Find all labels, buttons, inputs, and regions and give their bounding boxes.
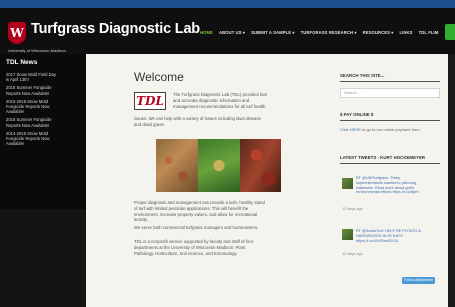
tweet-text[interactable]: RT @UWTurfgrass: Thisty superintendents w… bbox=[356, 176, 419, 195]
site-subtitle: University of Wisconsin-Madison bbox=[8, 48, 66, 53]
tweet-text[interactable]: RT @ScottsTurf: HELP RE POTATO & HARDWOOD… bbox=[356, 229, 421, 243]
nav-about-us[interactable]: ABOUT US ▾ bbox=[219, 30, 245, 35]
audience-paragraph: We serve both commercial turfgrass manag… bbox=[134, 225, 259, 230]
site-header: W Turfgrass Diagnostic Lab University of… bbox=[0, 8, 455, 54]
turf-photo bbox=[240, 139, 281, 192]
nonprofit-paragraph: TDL is a nonprofit service supported by … bbox=[134, 239, 254, 256]
nav-turfgrass-research[interactable]: TURFGRASS RESEARCH ▾ bbox=[301, 30, 357, 35]
pay-online-link[interactable]: Click HERE bbox=[340, 127, 361, 132]
news-item[interactable]: 2015 Summer Fungicide Reports Now Availab… bbox=[6, 117, 82, 127]
top-strip bbox=[0, 0, 455, 8]
search-heading: SEARCH THIS SITE... bbox=[340, 73, 385, 78]
divider bbox=[340, 81, 440, 83]
divider bbox=[340, 163, 440, 165]
news-list: 2017 Snow Mold Field Day is April 13th! 2… bbox=[6, 72, 82, 149]
sidebar-footer-panel bbox=[0, 209, 86, 307]
tdl-logo: TDL bbox=[134, 92, 166, 110]
nav-tdl-flim[interactable]: TDL FLIM bbox=[419, 30, 439, 35]
turf-photo bbox=[198, 139, 240, 192]
page-edge bbox=[448, 54, 455, 307]
nav-submit-sample[interactable]: SUBMIT A SAMPLE ▾ bbox=[251, 30, 295, 35]
crest-logo-icon[interactable]: W bbox=[8, 22, 26, 44]
twitter-follow-button[interactable]: Follow @tdllcentral bbox=[402, 277, 435, 284]
news-item[interactable]: 2014-2015 Snow Mold Fungicide Reports Now… bbox=[6, 131, 82, 147]
tweet-timestamp[interactable]: 12 days ago bbox=[342, 207, 363, 211]
search-button[interactable] bbox=[445, 24, 455, 40]
site-title[interactable]: Turfgrass Diagnostic Lab bbox=[31, 21, 200, 37]
pay-online-text: Click HERE to go to our online payment f… bbox=[340, 127, 420, 132]
news-item[interactable]: 2016 Summer Fungicide Reports Now Availab… bbox=[6, 85, 82, 95]
left-sidebar: TDL News 2017 Snow Mold Field Day is Apri… bbox=[0, 54, 86, 307]
tweet-timestamp[interactable]: 12 days ago bbox=[342, 252, 363, 256]
turf-photo bbox=[156, 139, 198, 192]
diagnosis-paragraph: Proper diagnosis and management can prov… bbox=[134, 200, 265, 223]
tweets-heading: LATEST TWEETS - KURT HOCKEMEYER bbox=[340, 155, 426, 160]
news-item[interactable]: 2015-2016 Snow Mold Fungicide Reports Now… bbox=[6, 99, 82, 115]
twitter-avatar[interactable] bbox=[342, 229, 353, 240]
news-item[interactable]: 2017 Snow Mold Field Day is April 13th! bbox=[6, 72, 82, 82]
pay-online-heading: $ PAY ONLINE $ bbox=[340, 112, 374, 117]
intro-paragraph-continued: issues. We can help with a variety of is… bbox=[134, 116, 261, 127]
search-input[interactable]: Search ... bbox=[340, 88, 440, 98]
twitter-avatar[interactable] bbox=[342, 178, 353, 189]
main-nav: HOME ABOUT US ▾ SUBMIT A SAMPLE ▾ TURFGR… bbox=[200, 30, 438, 35]
intro-paragraph: The Turfgrass Diagnostic Lab (TDL) provi… bbox=[173, 92, 267, 109]
turf-disease-images bbox=[156, 139, 281, 192]
page-title: Welcome bbox=[134, 70, 184, 84]
nav-resources[interactable]: RESOURCES ▾ bbox=[363, 30, 394, 35]
nav-links[interactable]: LINKS bbox=[400, 30, 413, 35]
sidebar-title: TDL News bbox=[6, 59, 38, 66]
nav-home[interactable]: HOME bbox=[200, 30, 213, 35]
divider bbox=[340, 120, 440, 122]
